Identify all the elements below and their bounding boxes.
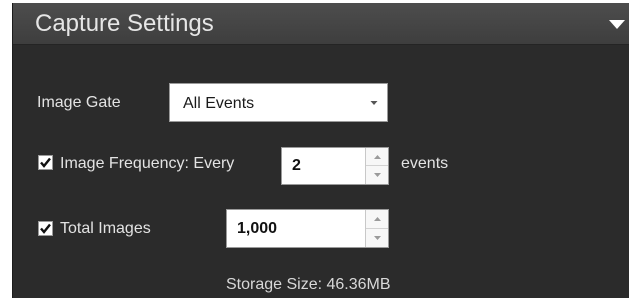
spin-down-icon (374, 173, 381, 177)
image-frequency-spinner (365, 148, 388, 184)
image-frequency-checkbox[interactable] (38, 155, 53, 170)
image-frequency-suffix: events (401, 155, 449, 172)
caret-down-icon (370, 100, 378, 106)
spin-down-icon (374, 235, 381, 240)
total-images-increment-button[interactable] (366, 210, 388, 229)
image-frequency-input[interactable] (282, 148, 366, 184)
panel-title: Capture Settings (35, 10, 214, 37)
total-images-label: Total Images (60, 220, 151, 237)
total-images-checkbox[interactable] (38, 221, 53, 236)
triangle-down-icon (609, 20, 625, 29)
spin-up-icon (374, 216, 381, 221)
total-images-stepper (226, 209, 389, 248)
image-frequency-label: Image Frequency: Every (60, 155, 235, 172)
image-frequency-stepper (281, 147, 389, 185)
total-images-spinner (365, 210, 388, 247)
checkmark-icon (40, 223, 51, 234)
image-gate-select[interactable]: All Events (169, 83, 388, 122)
image-frequency-decrement-button[interactable] (366, 166, 388, 184)
image-frequency-increment-button[interactable] (366, 148, 388, 166)
total-images-input[interactable] (227, 210, 366, 247)
image-gate-label: Image Gate (37, 94, 121, 111)
collapse-toggle-button[interactable] (605, 15, 629, 35)
capture-settings-panel: Capture Settings Image Gate All Events I… (12, 3, 629, 298)
total-images-decrement-button[interactable] (366, 229, 388, 248)
spin-up-icon (374, 154, 381, 159)
checkmark-icon (40, 157, 51, 168)
panel-header[interactable]: Capture Settings (13, 3, 629, 45)
image-gate-selected-value: All Events (183, 95, 255, 112)
storage-size-text: Storage Size: 46.36MB (226, 276, 391, 293)
